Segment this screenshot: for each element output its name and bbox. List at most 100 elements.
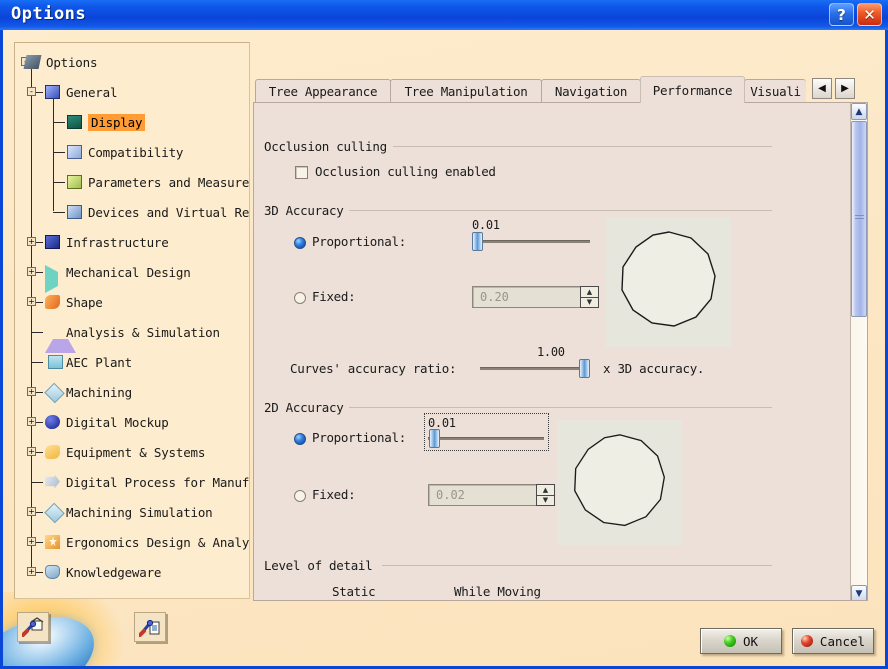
knowledgeware-icon	[45, 564, 62, 580]
tab-visuali[interactable]: Visuali	[744, 79, 806, 102]
tab-tree-manipulation[interactable]: Tree Manipulation	[390, 79, 542, 102]
sidebar-item-label: Mechanical Design	[66, 264, 191, 280]
ok-button-label: OK	[742, 633, 759, 649]
accuracy-3d-proportional-value: 0.01	[472, 218, 500, 232]
panel-vertical-scrollbar[interactable]: ▲ ▼	[850, 103, 867, 600]
tree-expander-mechanical-design[interactable]: +	[27, 267, 36, 276]
sidebar-item-label: Compatibility	[88, 144, 184, 160]
accuracy-2d-fixed-stepper[interactable]: ▲ ▼	[536, 484, 555, 506]
tree-connector	[53, 212, 65, 213]
accuracy-2d-fixed-spinner[interactable]: 0.02 ▲ ▼	[428, 484, 555, 506]
sidebar-item-digital-mockup[interactable]: Digital Mockup	[45, 407, 169, 437]
sidebar-item-analysis-simulation[interactable]: Analysis & Simulation	[45, 317, 220, 353]
stepper-down-icon[interactable]: ▼	[581, 298, 598, 308]
sidebar-item-parameters-and-measure[interactable]: Parameters and Measure	[67, 167, 249, 197]
sidebar-item-general[interactable]: General	[45, 77, 117, 107]
tree-expander-digital-mockup[interactable]: +	[27, 417, 36, 426]
stepper-down-icon[interactable]: ▼	[537, 496, 554, 506]
sidebar-item-knowledgeware[interactable]: Knowledgeware	[45, 557, 161, 587]
window-controls: ? ✕	[829, 3, 882, 26]
digital-mockup-icon	[45, 414, 62, 430]
tree-connector	[53, 152, 65, 153]
accuracy-3d-fixed-input[interactable]: 0.20	[472, 286, 580, 308]
stepper-up-icon[interactable]: ▲	[537, 485, 554, 496]
slider-thumb[interactable]	[472, 232, 483, 251]
accuracy-3d-fixed-stepper[interactable]: ▲ ▼	[580, 286, 599, 308]
scroll-up-icon[interactable]: ▲	[851, 103, 867, 120]
curves-accuracy-ratio-value: 1.00	[537, 345, 565, 359]
slider-thumb[interactable]	[579, 359, 590, 378]
tab-scroll-left-icon[interactable]: ◀	[812, 78, 832, 99]
dialog-client-area: -Options-GeneralDisplayCompatibilityPara…	[3, 30, 885, 666]
sidebar-item-mechanical-design[interactable]: Mechanical Design	[45, 257, 191, 293]
accuracy-3d-proportional-radio[interactable]	[294, 237, 306, 249]
accuracy-2d-proportional-radio[interactable]	[294, 433, 306, 445]
tab-label: Performance	[652, 82, 733, 98]
options-tree-panel[interactable]: -Options-GeneralDisplayCompatibilityPara…	[14, 42, 250, 599]
scroll-down-icon[interactable]: ▼	[851, 585, 867, 600]
sidebar-item-shape[interactable]: Shape	[45, 287, 103, 317]
stepper-up-icon[interactable]: ▲	[581, 287, 598, 298]
sidebar-item-options[interactable]: Options	[23, 47, 97, 77]
tree-expander-ergonomics-design-analy[interactable]: +	[27, 537, 36, 546]
title-bar[interactable]: Options ? ✕	[0, 0, 888, 30]
machining-icon	[44, 382, 65, 403]
occlusion-group-title: Occlusion culling	[264, 139, 393, 154]
tree-expander-knowledgeware[interactable]: +	[27, 567, 36, 576]
slider-track	[472, 240, 590, 243]
accuracy-2d-fixed-radio[interactable]	[294, 490, 306, 502]
cancel-button[interactable]: Cancel	[792, 628, 874, 654]
tab-tree-appearance[interactable]: Tree Appearance	[255, 79, 391, 102]
accuracy-3d-fixed-radio[interactable]	[294, 292, 306, 304]
tree-expander-machining[interactable]: +	[27, 387, 36, 396]
slider-thumb[interactable]	[429, 429, 440, 448]
tree-expander-shape[interactable]: +	[27, 297, 36, 306]
tab-navigation[interactable]: Navigation	[541, 79, 641, 102]
accuracy-3d-group-rule	[342, 210, 772, 211]
sidebar-item-digital-process-for-manuf[interactable]: Digital Process for Manuf	[45, 467, 249, 497]
sidebar-item-label: Digital Mockup	[66, 414, 169, 430]
close-icon[interactable]: ✕	[857, 3, 882, 26]
shape-icon	[45, 294, 62, 310]
sidebar-item-display[interactable]: Display	[67, 107, 146, 137]
restore-defaults-button[interactable]	[17, 612, 49, 642]
tree-expander-equipment-systems[interactable]: +	[27, 447, 36, 456]
sidebar-item-aec-plant[interactable]: AEC Plant	[45, 347, 132, 377]
level-of-detail-group-title: Level of detail	[264, 558, 379, 573]
accuracy-2d-proportional-slider[interactable]	[428, 429, 544, 448]
sidebar-item-compatibility[interactable]: Compatibility	[67, 137, 183, 167]
accuracy-2d-circle-icon	[573, 433, 665, 526]
settings-pane: Tree Appearance Tree Manipulation Navigati…	[253, 76, 868, 601]
curves-accuracy-ratio-label: Curves' accuracy ratio:	[290, 361, 457, 376]
scrollbar-thumb[interactable]	[851, 121, 867, 317]
curves-accuracy-ratio-suffix: x 3D accuracy.	[603, 361, 705, 376]
tree-expander-infrastructure[interactable]: +	[27, 237, 36, 246]
tree-connector	[53, 122, 65, 123]
sidebar-item-label: Digital Process for Manuf	[66, 474, 250, 490]
occlusion-culling-checkbox[interactable]	[295, 166, 308, 179]
tab-scroll-right-icon[interactable]: ▶	[835, 78, 855, 99]
sidebar-item-machining-simulation[interactable]: Machining Simulation	[44, 497, 213, 527]
sidebar-item-label: Knowledgeware	[66, 564, 162, 580]
options-report-button[interactable]	[134, 612, 166, 642]
sidebar-item-machining[interactable]: Machining	[44, 377, 132, 407]
ok-button[interactable]: OK	[700, 628, 782, 654]
level-of-detail-group-rule	[382, 565, 772, 566]
tree-connector	[31, 362, 43, 363]
accuracy-2d-fixed-input[interactable]: 0.02	[428, 484, 536, 506]
accuracy-3d-fixed-spinner[interactable]: 0.20 ▲ ▼	[472, 286, 599, 308]
curves-accuracy-ratio-slider[interactable]	[480, 359, 590, 378]
sidebar-item-equipment-systems[interactable]: Equipment & Systems	[45, 437, 205, 467]
tree-connector	[53, 182, 65, 183]
sidebar-item-ergonomics-design-analy[interactable]: Ergonomics Design & Analy	[45, 527, 249, 557]
accuracy-3d-proportional-slider[interactable]	[472, 232, 590, 251]
sidebar-item-devices-and-virtual-rea[interactable]: Devices and Virtual Rea	[67, 197, 249, 227]
sidebar-item-infrastructure[interactable]: Infrastructure	[45, 227, 169, 257]
devices-icon	[67, 204, 84, 220]
help-icon[interactable]: ?	[829, 3, 854, 26]
tab-performance[interactable]: Performance	[640, 76, 745, 103]
tree-expander-general[interactable]: -	[27, 87, 36, 96]
sidebar-item-label: Infrastructure	[66, 234, 169, 250]
mechanical-design-icon	[45, 264, 62, 293]
tree-expander-machining-simulation[interactable]: +	[27, 507, 36, 516]
